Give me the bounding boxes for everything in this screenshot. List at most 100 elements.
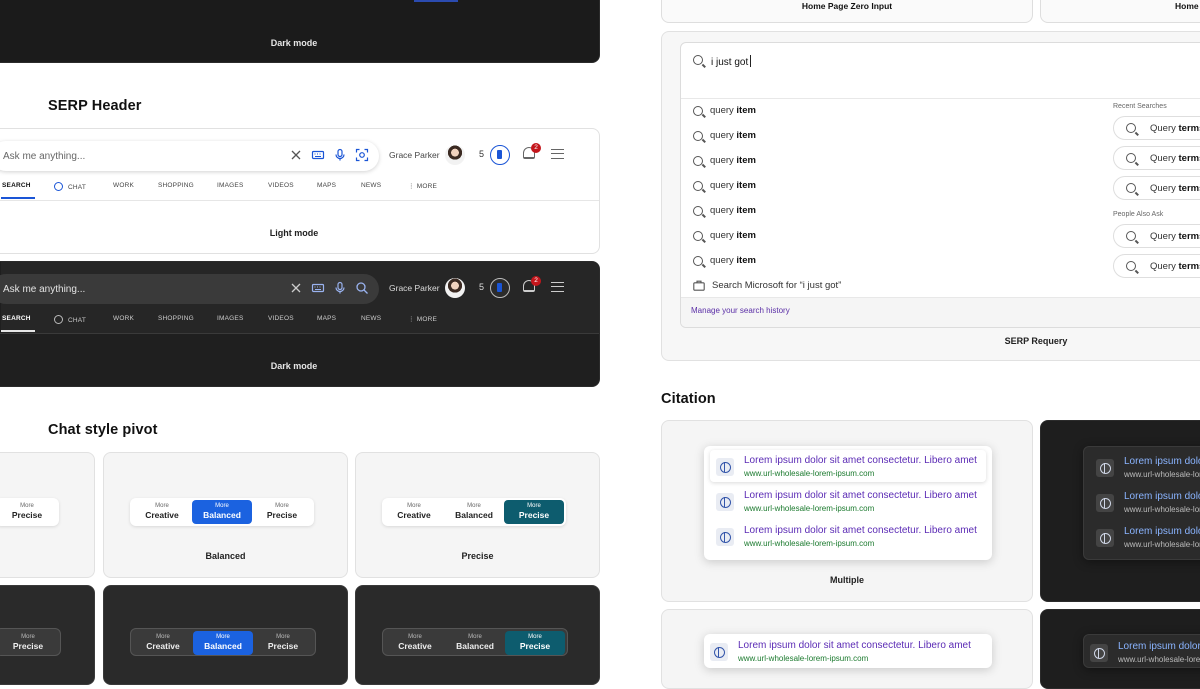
suggestion-item[interactable]: query item <box>693 255 756 266</box>
suggestion-item[interactable]: query item <box>693 155 756 166</box>
citation-item[interactable]: Lorem ipsum dolor sit amet consectetur. … <box>1090 486 1200 518</box>
requery-footer: Manage your search history <box>681 297 1200 327</box>
dark-mode-label: Dark mode <box>270 361 318 371</box>
tab-maps[interactable]: MAPS <box>317 315 336 322</box>
people-also-ask-pill[interactable]: Query terms <box>1113 224 1200 248</box>
tab-images[interactable]: IMAGES <box>217 315 243 322</box>
search-input-dark[interactable]: Ask me anything... <box>0 274 379 304</box>
tab-search[interactable]: SEARCH <box>2 182 31 189</box>
keyboard-icon[interactable] <box>311 148 325 162</box>
light-mode-label: Light mode <box>269 228 319 238</box>
suggestion-item[interactable]: query item <box>693 130 756 141</box>
tab-videos[interactable]: VIDEOS <box>268 315 294 322</box>
pivot-option-creative[interactable]: More Creative <box>133 631 193 655</box>
active-tab-underline <box>1 197 35 199</box>
citation-item[interactable]: Lorem ipsum dolor sit amet consectetur. … <box>1090 521 1200 553</box>
tab-search[interactable]: SEARCH <box>2 315 31 322</box>
tab-more[interactable]: ⋮ MORE <box>408 182 437 190</box>
search-icon <box>693 105 703 116</box>
pivot-option-balanced[interactable]: More Balanced <box>193 631 253 655</box>
briefcase-icon <box>693 280 705 291</box>
people-also-ask-title: People Also Ask <box>1113 211 1164 218</box>
pivot-option-balanced[interactable]: More Balanced <box>444 500 504 524</box>
citation-url: www.url-wholesale-lorem-ipsum.com <box>744 539 875 548</box>
clear-icon[interactable] <box>289 148 303 162</box>
search-icon <box>693 255 703 266</box>
globe-icon <box>1096 459 1114 477</box>
citation-item[interactable]: Lorem ipsum dolor sit amet consectetur. … <box>1090 451 1200 483</box>
rewards-icon[interactable] <box>490 145 510 165</box>
citation-item[interactable]: Lorem ipsum dolor sit amet consectetur. … <box>704 635 992 667</box>
keyboard-icon[interactable] <box>311 281 325 295</box>
citation-card-single: Lorem ipsum dolor sit amet consectetur. … <box>704 634 992 668</box>
citation-single-light-panel: Lorem ipsum dolor sit amet consectetur. … <box>661 609 1033 689</box>
citation-item[interactable]: Lorem ipsum dolor sit amet consectetur. … <box>710 450 986 482</box>
pivot-option-precise[interactable]: More Precise <box>0 631 58 655</box>
tab-shopping[interactable]: SHOPPING <box>158 182 194 189</box>
microphone-icon[interactable] <box>333 148 347 162</box>
pivot-option-creative[interactable]: More Creative <box>384 500 444 524</box>
tab-work[interactable]: WORK <box>113 315 134 322</box>
rewards-icon[interactable] <box>490 278 510 298</box>
user-menu-dark[interactable]: Grace Parker <box>389 278 465 298</box>
requery-input[interactable]: i just got <box>681 43 1200 99</box>
suggestion-item[interactable]: query item <box>693 180 756 191</box>
suggestion-item[interactable]: query item <box>693 230 756 241</box>
tab-videos[interactable]: VIDEOS <box>268 182 294 189</box>
citation-item[interactable]: Lorem ipsum dolor sit amet consectetur. … <box>710 520 986 552</box>
tab-maps[interactable]: MAPS <box>317 182 336 189</box>
chat-style-pivot: More Precise <box>0 628 61 656</box>
suggestion-item[interactable]: query item <box>693 105 756 116</box>
tab-more[interactable]: ⋮ MORE <box>408 315 437 323</box>
pivot-dark-precise-partial: More Precise <box>0 585 95 685</box>
pivot-option-balanced[interactable]: More Balanced <box>445 631 505 655</box>
hamburger-menu-icon[interactable] <box>551 282 564 292</box>
manage-search-history-link[interactable]: Manage your search history <box>691 306 790 315</box>
tab-shopping[interactable]: SHOPPING <box>158 315 194 322</box>
search-input[interactable]: Ask me anything... <box>0 141 379 171</box>
tab-news[interactable]: NEWS <box>361 182 381 189</box>
people-also-ask-pill[interactable]: Query terms <box>1113 254 1200 278</box>
chat-icon <box>54 315 63 324</box>
tab-chat-label: CHAT <box>68 184 87 191</box>
recent-search-pill[interactable]: Query terms <box>1113 146 1200 170</box>
hamburger-menu-icon[interactable] <box>551 149 564 159</box>
user-menu[interactable]: Grace Parker <box>389 145 465 165</box>
search-icon[interactable] <box>355 281 369 295</box>
search-icon <box>693 205 703 216</box>
pivot-option-precise[interactable]: More Precise <box>253 631 313 655</box>
pivot-light-precise-partial: More Precise <box>0 452 95 578</box>
tab-images[interactable]: IMAGES <box>217 182 243 189</box>
rewards-points-dark: 5 <box>479 282 485 292</box>
recent-searches-title: Recent Searches <box>1113 103 1167 110</box>
recent-search-pill[interactable]: Query terms <box>1113 116 1200 140</box>
chat-style-pivot: More Creative More Balanced More Precise <box>130 628 316 656</box>
pivot-option-balanced[interactable]: More Balanced <box>192 500 252 524</box>
tab-chat[interactable]: CHAT <box>54 315 86 324</box>
pivot-option-creative[interactable]: More Creative <box>385 631 445 655</box>
visual-search-icon[interactable] <box>355 148 369 162</box>
citation-item[interactable]: Lorem ipsum dolor sit amet consectetur. … <box>710 485 986 517</box>
active-tab-underline <box>1 330 35 332</box>
citation-card: Lorem ipsum dolor sit amet consectetur. … <box>704 446 992 560</box>
search-microsoft-item[interactable]: Search Microsoft for “i just got” <box>693 280 841 291</box>
pivot-option-precise[interactable]: More Precise <box>0 500 57 524</box>
citation-title-text: Lorem ipsum dolor sit amet consectetur. … <box>1118 641 1200 652</box>
pivot-option-creative[interactable]: More Creative <box>132 500 192 524</box>
chat-style-pivot-title: Chat style pivot <box>48 422 158 438</box>
tab-news[interactable]: NEWS <box>361 315 381 322</box>
citation-title-text: Lorem ipsum dolor sit amet consectetur. … <box>1124 456 1200 467</box>
recent-search-pill[interactable]: Query terms <box>1113 176 1200 200</box>
microphone-icon[interactable] <box>333 281 347 295</box>
suggestion-item[interactable]: query item <box>693 205 756 216</box>
pivot-dark-precise-panel: More Creative More Balanced More Precise <box>355 585 600 685</box>
serp-header-light-panel: Ask me anything... Grace Parker 5 2 SEAR… <box>0 128 600 254</box>
tab-work[interactable]: WORK <box>113 182 134 189</box>
tab-chat[interactable]: CHAT <box>54 182 86 191</box>
pivot-option-precise[interactable]: More Precise <box>505 631 565 655</box>
pivot-option-precise[interactable]: More Precise <box>504 500 564 524</box>
citation-url: www.url-wholesale-lorem-ipsum.com <box>1118 655 1200 664</box>
pivot-option-precise[interactable]: More Precise <box>252 500 312 524</box>
clear-icon[interactable] <box>289 281 303 295</box>
citation-item[interactable]: Lorem ipsum dolor sit amet consectetur. … <box>1084 636 1200 668</box>
